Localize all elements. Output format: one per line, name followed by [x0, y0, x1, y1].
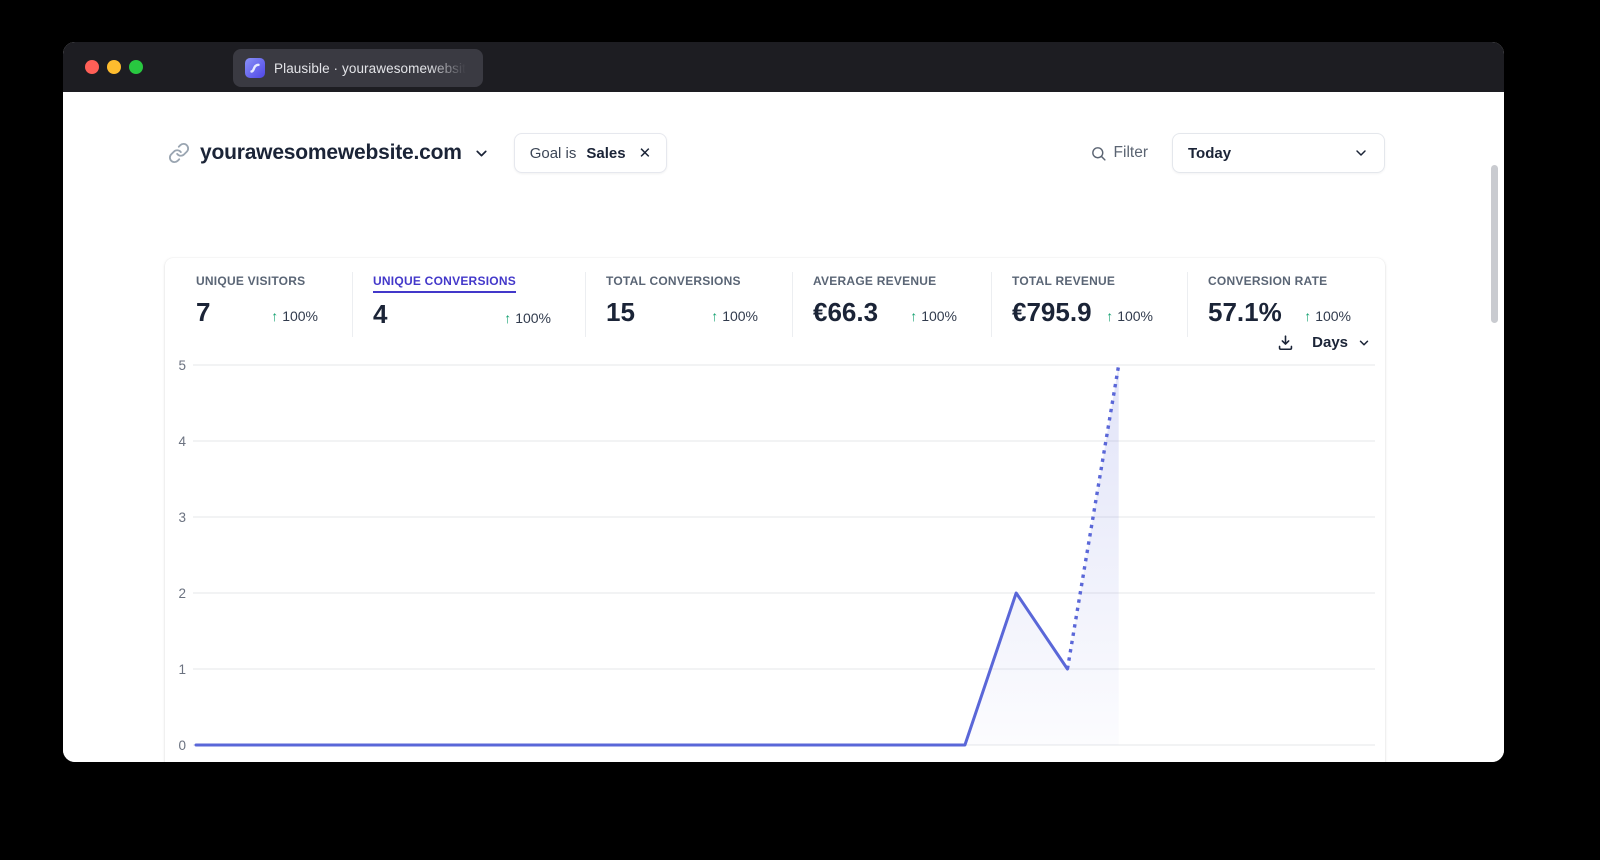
browser-tab[interactable]: Plausible · yourawesomewebsite — [233, 49, 483, 87]
stat-change: 100% — [921, 308, 957, 324]
stat-total-revenue[interactable]: TOTAL REVENUE €795.9 ↑100% — [992, 272, 1188, 337]
date-range-selector[interactable]: Today — [1172, 133, 1385, 173]
svg-text:1: 1 — [178, 662, 186, 677]
tab-title-fade — [429, 53, 475, 83]
stat-change: 100% — [1117, 308, 1153, 324]
up-arrow-icon: ↑ — [711, 308, 718, 324]
stat-value: 57.1% — [1208, 299, 1282, 325]
minimize-window-button[interactable] — [107, 60, 121, 74]
up-arrow-icon: ↑ — [1304, 308, 1311, 324]
svg-text:9pm: 9pm — [1258, 760, 1286, 762]
stat-value: €795.9 — [1012, 299, 1092, 325]
stat-value: €66.3 — [813, 299, 878, 325]
svg-text:12pm: 12pm — [793, 760, 829, 762]
stat-label: CONVERSION RATE — [1208, 274, 1327, 291]
stat-value: 7 — [196, 299, 210, 325]
stat-value: 4 — [373, 301, 387, 327]
plausible-logo-icon — [245, 58, 265, 78]
zoom-window-button[interactable] — [129, 60, 143, 74]
browser-titlebar: Plausible · yourawesomewebsite — [63, 42, 1504, 92]
link-icon — [168, 142, 190, 164]
browser-window: Plausible · yourawesomewebsite youraweso… — [63, 42, 1504, 762]
svg-text:5: 5 — [178, 358, 186, 373]
svg-text:2: 2 — [178, 586, 186, 601]
svg-text:4: 4 — [178, 434, 186, 449]
stat-average-revenue[interactable]: AVERAGE REVENUE €66.3 ↑100% — [793, 272, 992, 337]
filter-button[interactable]: Filter — [1090, 144, 1148, 162]
filter-label: Filter — [1114, 144, 1148, 162]
stat-unique-conversions[interactable]: UNIQUE CONVERSIONS 4 ↑100% — [353, 272, 586, 337]
stat-label: UNIQUE VISITORS — [196, 274, 305, 291]
download-export-icon[interactable] — [1276, 333, 1295, 352]
stat-unique-visitors[interactable]: UNIQUE VISITORS 7 ↑100% — [165, 272, 353, 337]
dashboard-page: yourawesomewebsite.com Goal is Sales ✕ F… — [63, 92, 1504, 762]
svg-text:3pm: 3pm — [951, 760, 979, 762]
dashboard-header: yourawesomewebsite.com Goal is Sales ✕ F… — [168, 133, 1385, 173]
stat-change: 100% — [282, 308, 318, 324]
stat-label: TOTAL REVENUE — [1012, 274, 1115, 291]
svg-text:6pm: 6pm — [1105, 760, 1133, 762]
svg-text:12am: 12am — [178, 760, 214, 762]
stat-change: 100% — [1315, 308, 1351, 324]
dashboard-card: 5 4 3 2 1 0 12am 3am 6am 9am 12pm 3pm 6pm 9pm UNIQUE … — [165, 258, 1385, 762]
date-range-value: Today — [1188, 145, 1231, 162]
stat-value: 15 — [606, 299, 635, 325]
stat-conversion-rate[interactable]: CONVERSION RATE 57.1% ↑100% — [1188, 272, 1385, 337]
stat-change: 100% — [722, 308, 758, 324]
site-switcher-chevron-down-icon[interactable] — [473, 145, 490, 162]
date-range-chevron-down-icon — [1353, 145, 1369, 161]
svg-text:3am: 3am — [336, 760, 364, 762]
up-arrow-icon: ↑ — [910, 308, 917, 324]
interval-chevron-down-icon — [1357, 336, 1371, 350]
goal-filter-prefix: Goal is — [530, 145, 577, 162]
stat-label: TOTAL CONVERSIONS — [606, 274, 741, 291]
stat-label: UNIQUE CONVERSIONS — [373, 274, 516, 293]
svg-text:3: 3 — [178, 510, 186, 525]
interval-label: Days — [1312, 334, 1348, 351]
interval-selector[interactable]: Days — [1276, 333, 1371, 352]
svg-text:6am: 6am — [489, 760, 517, 762]
close-window-button[interactable] — [85, 60, 99, 74]
site-name[interactable]: yourawesomewebsite.com — [200, 141, 462, 165]
up-arrow-icon: ↑ — [1106, 308, 1113, 324]
up-arrow-icon: ↑ — [271, 308, 278, 324]
stats-bar: UNIQUE VISITORS 7 ↑100% UNIQUE CONVERSIO… — [165, 258, 1385, 337]
stat-change: 100% — [515, 310, 551, 326]
stat-total-conversions[interactable]: TOTAL CONVERSIONS 15 ↑100% — [586, 272, 793, 337]
goal-filter-value: Sales — [586, 145, 625, 162]
goal-filter-pill[interactable]: Goal is Sales ✕ — [514, 133, 667, 173]
svg-text:9am: 9am — [643, 760, 671, 762]
stat-label: AVERAGE REVENUE — [813, 274, 936, 291]
svg-text:0: 0 — [178, 738, 186, 753]
up-arrow-icon: ↑ — [504, 310, 511, 326]
traffic-lights — [85, 60, 143, 74]
scrollbar-thumb[interactable] — [1491, 165, 1498, 323]
remove-filter-icon[interactable]: ✕ — [639, 144, 652, 162]
search-icon — [1090, 145, 1107, 162]
